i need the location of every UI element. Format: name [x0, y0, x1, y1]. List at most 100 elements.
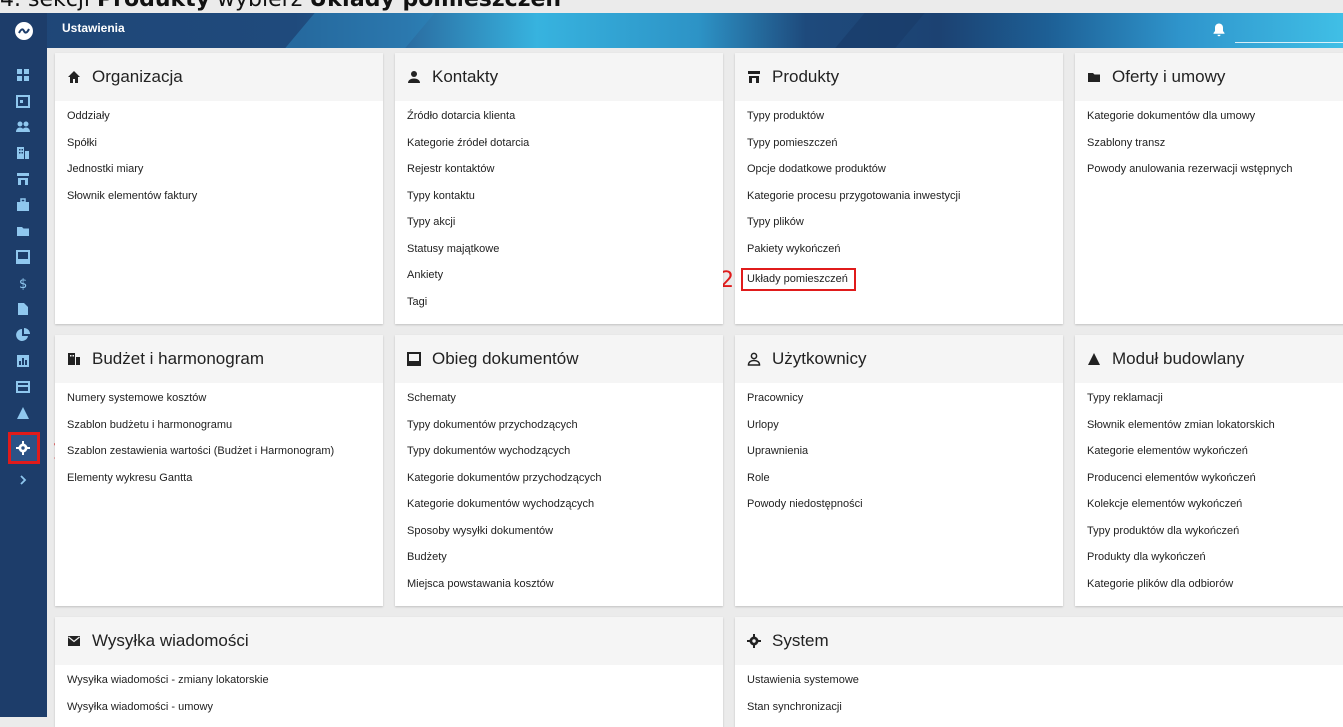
bell-icon[interactable] — [1211, 22, 1227, 38]
card-title: Obieg dokumentów — [432, 349, 579, 368]
topbar: Ustawienia — [0, 13, 1343, 48]
inbox-icon — [407, 352, 421, 366]
building-icon[interactable] — [14, 144, 32, 162]
card-modul-budowlany: Moduł budowlany Typy reklamacji Słownik … — [1075, 335, 1343, 606]
settings-link[interactable]: Typy kontaktu — [407, 189, 723, 216]
user-menu[interactable] — [1235, 18, 1343, 43]
person-icon — [408, 71, 420, 83]
people-icon[interactable] — [14, 118, 32, 136]
settings-link[interactable]: Kolekcje elementów wykończeń — [1087, 497, 1343, 524]
card-title: Kontakty — [432, 67, 499, 86]
settings-link[interactable]: Kategorie elementów wykończeń — [1087, 444, 1343, 471]
instruction-caption: 4. sekcji Produkty wybierz Układy pomies… — [0, 0, 900, 13]
page-title: Ustawienia — [62, 21, 125, 35]
calendar-icon[interactable] — [14, 92, 32, 110]
settings-link[interactable]: Produkty dla wykończeń — [1087, 550, 1343, 577]
card-produkty: Produkty Typy produktów Typy pomieszczeń… — [735, 53, 1063, 324]
settings-link[interactable]: Pakiety wykończeń — [747, 242, 1063, 269]
card-icon[interactable] — [14, 378, 32, 396]
card-uzytkownicy: Użytkownicy Pracownicy Urlopy Uprawnieni… — [735, 335, 1063, 606]
settings-link[interactable]: Słownik elementów zmian lokatorskich — [1087, 418, 1343, 445]
dashboard-icon[interactable] — [14, 66, 32, 84]
sidebar: $ — [0, 48, 47, 717]
settings-link[interactable]: Numery systemowe kosztów — [67, 391, 383, 418]
settings-link[interactable]: Wysyłka wiadomości - zmiany lokatorskie — [67, 673, 723, 700]
settings-link[interactable]: Typy reklamacji — [1087, 391, 1343, 418]
settings-link[interactable]: Jednostki miary — [67, 162, 383, 189]
settings-link[interactable]: Słownik elementów faktury — [67, 189, 383, 216]
settings-link[interactable]: Opcje dodatkowe produktów — [747, 162, 1063, 189]
pie-chart-icon[interactable] — [14, 326, 32, 344]
logo-icon — [14, 21, 33, 40]
settings-link[interactable]: Kategorie dokumentów przychodzących — [407, 471, 723, 498]
settings-link[interactable]: Powody anulowania rezerwacji wstępnych — [1087, 162, 1343, 189]
card-obieg-dokumentow: Obieg dokumentów Schematy Typy dokumentó… — [395, 335, 723, 606]
card-organizacja: Organizacja Oddziały Spółki Jednostki mi… — [55, 53, 383, 324]
settings-link[interactable]: Szablon budżetu i harmonogramu — [67, 418, 383, 445]
settings-link[interactable]: Typy produktów dla wykończeń — [1087, 524, 1343, 551]
folder-icon[interactable] — [14, 222, 32, 240]
settings-link[interactable]: Sposoby wysyłki dokumentów — [407, 524, 723, 551]
settings-link[interactable]: Typy akcji — [407, 215, 723, 242]
card-title: Użytkownicy — [772, 349, 867, 368]
settings-link[interactable]: Oddziały — [67, 109, 383, 136]
settings-link[interactable]: Typy plików — [747, 215, 1063, 242]
store-icon — [748, 71, 760, 83]
settings-link[interactable]: Pracownicy — [747, 391, 1063, 418]
mail-icon — [68, 636, 80, 646]
settings-link[interactable]: Typy dokumentów wychodzących — [407, 444, 723, 471]
inbox-icon[interactable] — [14, 248, 32, 266]
svg-text:$: $ — [19, 277, 27, 290]
person-outline-icon — [747, 352, 761, 366]
settings-link[interactable]: Urlopy — [747, 418, 1063, 445]
card-title: Produkty — [772, 67, 840, 86]
chevron-right-icon[interactable] — [14, 471, 32, 489]
bar-chart-icon[interactable] — [14, 352, 32, 370]
settings-link[interactable]: Rejestr kontaktów — [407, 162, 723, 189]
warning-icon[interactable] — [14, 404, 32, 422]
briefcase-icon[interactable] — [14, 196, 32, 214]
settings-link[interactable]: Wysyłka wiadomości - umowy — [67, 700, 723, 727]
card-oferty-i-umowy: Oferty i umowy Kategorie dokumentów dla … — [1075, 53, 1343, 324]
settings-link[interactable]: Szablon zestawienia wartości (Budżet i H… — [67, 444, 383, 471]
settings-link[interactable]: Typy produktów — [747, 109, 1063, 136]
settings-link[interactable]: Uprawnienia — [747, 444, 1063, 471]
dollar-icon[interactable]: $ — [14, 274, 32, 292]
settings-link[interactable]: Kategorie dokumentów wychodzących — [407, 497, 723, 524]
store-icon[interactable] — [14, 170, 32, 188]
document-icon[interactable] — [14, 300, 32, 318]
settings-link[interactable]: Kategorie źródeł dotarcia — [407, 136, 723, 163]
settings-link[interactable]: Powody niedostępności — [747, 497, 1063, 524]
settings-link[interactable]: Ustawienia systemowe — [747, 673, 1343, 700]
card-wysylka-wiadomosci: Wysyłka wiadomości Wysyłka wiadomości - … — [55, 617, 723, 727]
settings-link[interactable]: Ankiety — [407, 268, 723, 295]
settings-link[interactable]: Budżety — [407, 550, 723, 577]
settings-link[interactable]: Statusy majątkowe — [407, 242, 723, 269]
settings-link[interactable]: Schematy — [407, 391, 723, 418]
settings-link[interactable]: Szablony transz — [1087, 136, 1343, 163]
settings-link[interactable]: Typy dokumentów przychodzących — [407, 418, 723, 445]
card-title: Wysyłka wiadomości — [92, 631, 249, 650]
app-logo[interactable] — [0, 13, 47, 48]
building-icon — [68, 353, 80, 365]
settings-link[interactable]: Typy pomieszczeń — [747, 136, 1063, 163]
card-kontakty: Kontakty Źródło dotarcia klienta Kategor… — [395, 53, 723, 324]
gear-icon — [747, 634, 761, 648]
settings-link[interactable]: Kategorie procesu przygotowania inwestyc… — [747, 189, 1063, 216]
settings-link[interactable]: Tagi — [407, 295, 723, 322]
settings-link[interactable]: Spółki — [67, 136, 383, 163]
settings-link[interactable]: Kategorie plików dla odbiorów — [1087, 577, 1343, 604]
card-title: System — [772, 631, 829, 650]
settings-link[interactable]: Kategorie dokumentów dla umowy — [1087, 109, 1343, 136]
card-budzet-i-harmonogram: Budżet i harmonogram Numery systemowe ko… — [55, 335, 383, 606]
uklady-pomieszczen-link[interactable]: Układy pomieszczeń — [741, 268, 856, 291]
settings-link[interactable]: Role — [747, 471, 1063, 498]
settings-link[interactable]: Źródło dotarcia klienta — [407, 109, 723, 136]
card-title: Oferty i umowy — [1112, 67, 1226, 86]
card-system: System Ustawienia systemowe Stan synchro… — [735, 617, 1343, 727]
settings-link[interactable]: Miejsca powstawania kosztów — [407, 577, 723, 604]
settings-link[interactable]: Elementy wykresu Gantta — [67, 471, 383, 498]
settings-link[interactable]: Stan synchronizacji — [747, 700, 1343, 727]
settings-link[interactable]: Producenci elementów wykończeń — [1087, 471, 1343, 498]
settings-icon[interactable] — [14, 439, 32, 457]
